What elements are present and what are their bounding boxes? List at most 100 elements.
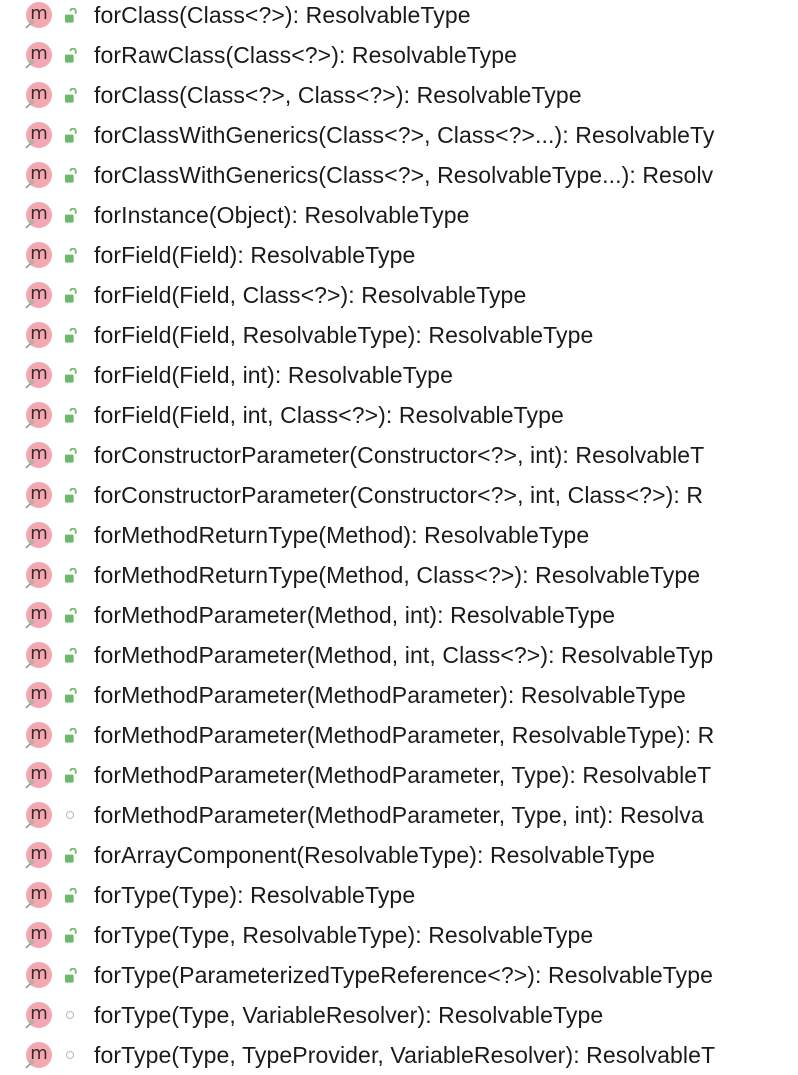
pin-icon [24,937,36,949]
pin-icon [24,977,36,989]
member-signature: forMethodParameter(Method, int): Resolva… [94,602,616,628]
pin-icon [24,337,36,349]
public-lock-icon [62,887,78,904]
pin-icon [24,417,36,429]
pin-icon [24,377,36,389]
member-row[interactable]: m forField(Field, int, Class<?>): Resolva… [0,395,798,435]
package-private-icon [66,1011,74,1019]
member-row[interactable]: m forField(Field): ResolvableType [0,235,798,275]
member-signature: forRawClass(Class<?>): ResolvableType [94,42,517,68]
public-lock-icon [62,247,78,264]
pin-icon [24,217,36,229]
member-signature: forMethodReturnType(Method, Class<?>): R… [94,562,701,588]
member-signature: forMethodParameter(Method, int, Class<?>… [94,642,714,668]
method-icon: m [25,42,52,69]
method-icon: m [24,642,52,669]
public-lock-icon [62,127,78,144]
member-signature: forArrayComponent(ResolvableType): Resol… [94,842,655,868]
public-lock-icon [62,47,78,64]
method-icon: m [24,1002,52,1029]
member-row[interactable]: m forType(Type, TypeProvider, VariableRes… [0,1035,798,1075]
method-icon: m [24,922,52,949]
public-lock-icon [62,327,78,344]
method-icon: m [24,282,52,309]
member-row[interactable]: m forClass(Class<?>, Class<?>): Resolvabl… [0,75,798,115]
method-icon: m [24,242,52,269]
member-signature: forConstructorParameter(Constructor<?>, … [94,482,704,508]
public-lock-icon [62,487,78,504]
member-signature: forField(Field, int): ResolvableType [94,362,453,388]
public-lock-icon [62,207,78,224]
public-lock-icon [62,527,78,544]
pin-icon [24,577,36,589]
pin-icon [24,537,36,549]
member-signature: forClass(Class<?>): ResolvableType [94,2,471,28]
public-lock-icon [62,607,78,624]
pin-icon [24,497,36,509]
method-icon: m [25,722,52,749]
member-row[interactable]: m forRawClass(Class<?>): ResolvableType [0,35,798,75]
method-icon: m [24,402,52,429]
member-row[interactable]: m forMethodReturnType(Method, Class<?>): … [0,555,798,595]
method-icon: m [24,682,52,709]
member-signature: forType(Type, VariableResolver): Resolva… [94,1002,604,1028]
member-signature: forMethodParameter(MethodParameter): Res… [94,682,686,708]
pin-icon [24,257,36,269]
structure-member-list: m forClass(Class<?>): ResolvableType m forR… [0,0,798,1075]
member-row[interactable]: m forInstance(Object): ResolvableType [0,195,798,235]
member-row[interactable]: m forType(Type, VariableResolver): Resolv… [0,995,798,1035]
pin-icon [24,1057,36,1069]
member-row[interactable]: m forMethodParameter(MethodParameter, Typ… [0,755,798,795]
member-row[interactable]: m forField(Field, int): ResolvableType [0,355,798,395]
member-row[interactable]: m forArrayComponent(ResolvableType): Reso… [0,835,798,875]
member-row[interactable]: m forConstructorParameter(Constructor<?>,… [0,475,798,515]
pin-icon [24,297,36,309]
member-row[interactable]: m forMethodParameter(MethodParameter): Re… [0,675,798,715]
member-signature: forClass(Class<?>, Class<?>): Resolvable… [94,82,582,108]
pin-icon [24,617,36,629]
member-signature: forMethodParameter(MethodParameter, Reso… [94,722,715,748]
pin-icon [24,897,36,909]
member-signature: forType(Type, ResolvableType): Resolvabl… [94,922,594,948]
pin-icon [24,697,36,709]
member-row[interactable]: m forClassWithGenerics(Class<?>, Class<?>… [0,115,798,155]
method-icon: m [24,962,52,989]
method-icon: m [24,202,52,229]
method-icon: m [24,562,52,589]
member-row[interactable]: m forField(Field, ResolvableType): Resolv… [0,315,798,355]
member-row[interactable]: m forType(Type): ResolvableType [0,875,798,915]
member-row[interactable]: m forClassWithGenerics(Class<?>, Resolvab… [0,155,798,195]
pin-icon [24,1017,36,1029]
member-signature: forField(Field): ResolvableType [94,242,416,268]
pin-icon [24,137,36,149]
method-icon: m [24,322,52,349]
method-icon: m [25,162,52,189]
method-icon: m [24,82,52,109]
member-row[interactable]: m forMethodParameter(MethodParameter, Res… [0,715,798,755]
member-row[interactable]: m forType(Type, ResolvableType): Resolvab… [0,915,798,955]
member-row[interactable]: m forMethodParameter(Method, int): Resolv… [0,595,798,635]
pin-icon [24,97,36,109]
member-signature: forConstructorParameter(Constructor<?>, … [94,442,705,468]
member-signature: forType(Type, TypeProvider, VariableReso… [94,1042,716,1068]
member-signature: forClassWithGenerics(Class<?>, Class<?>.… [94,122,715,148]
member-row[interactable]: m forConstructorParameter(Constructor<?>,… [0,435,798,475]
member-row[interactable]: m forClass(Class<?>): ResolvableType [0,0,798,35]
public-lock-icon [62,167,78,184]
member-row[interactable]: m forType(ParameterizedTypeReference<?>):… [0,955,798,995]
public-lock-icon [62,87,78,104]
package-private-icon [66,811,74,819]
member-row[interactable]: m forMethodParameter(MethodParameter, Typ… [0,795,798,835]
public-lock-icon [62,407,78,424]
pin-icon [24,657,36,669]
member-signature: forClassWithGenerics(Class<?>, Resolvabl… [94,162,714,188]
member-row[interactable]: m forField(Field, Class<?>): ResolvableTy… [0,275,798,315]
member-row[interactable]: m forMethodReturnType(Method): Resolvable… [0,515,798,555]
method-icon: m [24,602,52,629]
pin-icon [24,817,36,829]
method-icon: m [25,442,52,469]
member-row[interactable]: m forMethodParameter(Method, int, Class<?… [0,635,798,675]
member-signature: forInstance(Object): ResolvableType [94,202,470,228]
method-icon: m [24,1042,52,1069]
method-icon: m [24,882,52,909]
